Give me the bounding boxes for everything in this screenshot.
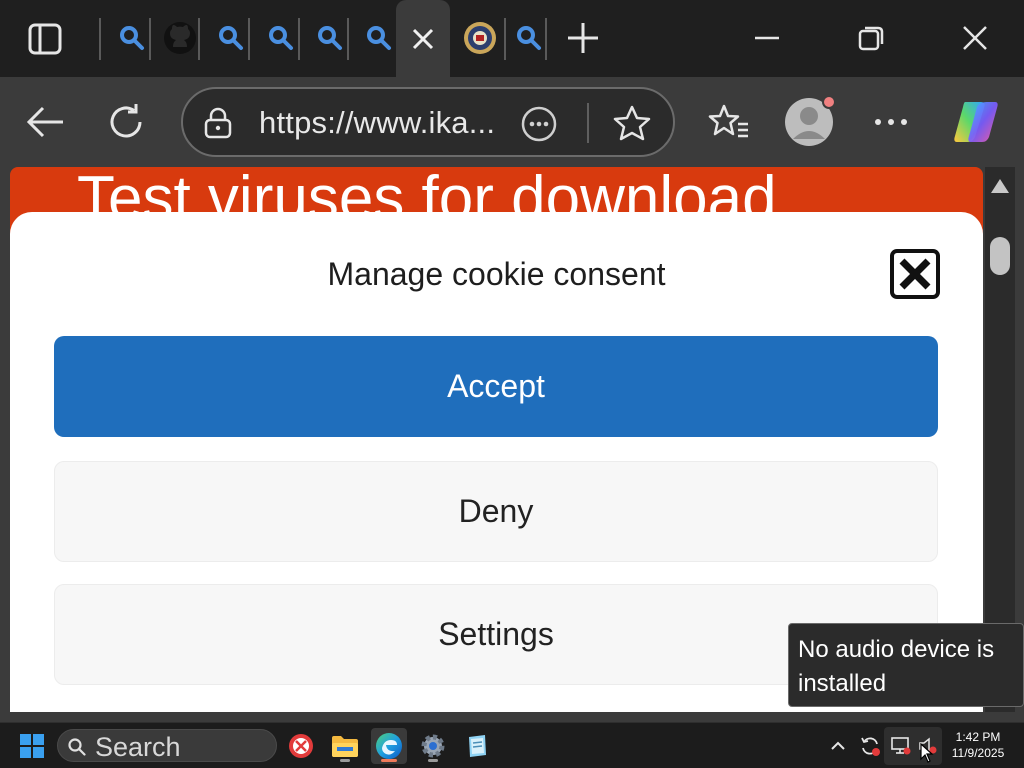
taskbar-app-file-explorer[interactable] <box>327 728 363 764</box>
search-label: Search <box>95 732 181 762</box>
close-icon <box>899 258 931 290</box>
tab-search-6[interactable] <box>509 14 549 62</box>
close-tab-icon[interactable] <box>411 27 435 51</box>
settings-menu-button[interactable] <box>866 97 916 147</box>
folder-icon <box>332 736 358 757</box>
tray-sync-icon[interactable] <box>858 734 882 758</box>
search-icon <box>219 26 243 50</box>
search-icon <box>517 26 541 50</box>
tab-strip <box>0 0 1024 77</box>
taskbar-app-antivirus[interactable] <box>283 728 319 764</box>
start-button[interactable] <box>14 728 50 764</box>
sidebar-toggle-icon[interactable] <box>24 18 66 60</box>
minimize-button[interactable] <box>742 14 792 62</box>
system-clock[interactable]: 1:42 PM 11/9/2025 <box>946 729 1010 761</box>
favorites-button[interactable] <box>704 97 754 147</box>
windows-logo-icon <box>20 734 44 758</box>
accept-button[interactable]: Accept <box>54 336 938 437</box>
ellipsis-icon <box>875 119 907 125</box>
avatar-icon <box>785 97 834 146</box>
gear-icon <box>421 734 445 758</box>
tooltip-line-1: No audio device is <box>798 636 995 663</box>
new-tab-button[interactable] <box>563 14 603 62</box>
network-monitor-icon <box>891 737 911 755</box>
tray-network-volume-group[interactable] <box>884 727 942 765</box>
tab-search-3[interactable] <box>261 14 301 62</box>
refresh-button[interactable] <box>101 97 151 147</box>
back-button[interactable] <box>20 97 70 147</box>
scroll-up-arrow-icon[interactable] <box>991 179 1009 193</box>
search-icon <box>318 26 342 50</box>
taskbar-app-edge[interactable] <box>371 728 407 764</box>
search-icon <box>367 26 391 50</box>
copilot-icon <box>954 102 998 142</box>
scroll-thumb[interactable] <box>990 237 1010 275</box>
url-text[interactable]: https://www.ika... <box>259 105 495 141</box>
tab-seal[interactable] <box>460 14 500 62</box>
taskbar-app-notes[interactable] <box>459 728 495 764</box>
clock-date: 11/9/2025 <box>951 746 1005 760</box>
tab-search-4[interactable] <box>310 14 350 62</box>
edge-icon <box>376 733 402 759</box>
deny-button[interactable]: Deny <box>54 461 938 562</box>
tab-search-1[interactable] <box>112 14 152 62</box>
minimize-icon <box>755 36 779 40</box>
dialog-title: Manage cookie consent <box>327 256 666 292</box>
antivirus-icon <box>289 734 313 758</box>
restore-button[interactable] <box>846 14 896 62</box>
search-icon <box>269 26 293 50</box>
plus-icon <box>568 23 598 53</box>
lock-icon[interactable] <box>203 107 233 139</box>
profile-button[interactable] <box>784 97 834 147</box>
close-window-button[interactable] <box>950 14 1000 62</box>
mouse-cursor-icon <box>920 743 934 763</box>
address-bar[interactable]: https://www.ika... <box>181 87 675 157</box>
dialog-close-button[interactable] <box>890 249 940 299</box>
tray-overflow-chevron-icon[interactable] <box>826 734 850 758</box>
github-icon <box>164 22 196 54</box>
notepad-icon <box>469 735 486 757</box>
tab-active[interactable] <box>396 0 450 77</box>
search-icon <box>68 738 86 756</box>
copilot-button[interactable] <box>951 97 1001 147</box>
browser-toolbar: https://www.ika... <box>0 77 1024 167</box>
audio-tooltip: No audio device is installed <box>788 623 1024 707</box>
more-options-icon[interactable] <box>521 106 557 142</box>
tab-github[interactable] <box>160 14 200 62</box>
tooltip-line-2: installed <box>798 670 887 697</box>
seal-favicon-icon <box>464 22 496 54</box>
star-icon[interactable] <box>613 105 651 141</box>
tab-search-5[interactable] <box>359 14 399 62</box>
search-icon <box>120 26 144 50</box>
taskbar-search[interactable]: Search <box>57 729 277 762</box>
back-arrow-icon <box>26 106 63 138</box>
tab-search-2[interactable] <box>211 14 251 62</box>
taskbar-app-settings[interactable] <box>415 728 451 764</box>
close-icon <box>963 26 987 50</box>
favorites-icon <box>708 104 748 138</box>
restore-icon <box>858 26 884 51</box>
clock-time: 1:42 PM <box>955 730 1001 744</box>
refresh-icon <box>110 104 142 138</box>
taskbar: Search 1:42 PM 11/9/2025 <box>0 722 1024 768</box>
